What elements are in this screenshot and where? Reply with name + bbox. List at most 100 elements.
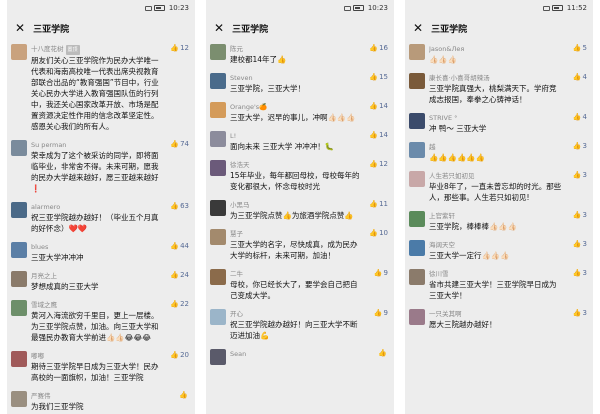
- like-button[interactable]: 👍 3: [573, 269, 587, 277]
- close-icon[interactable]: ✕: [15, 22, 25, 34]
- like-button[interactable]: 👍 9: [374, 269, 388, 277]
- comment-author[interactable]: 一只关其啊: [429, 309, 563, 319]
- signal-icon: [542, 5, 550, 11]
- comment-item: 月亮之上 梦想成真的三亚大学 👍 24: [11, 267, 191, 296]
- comment-author[interactable]: alarmero: [31, 202, 165, 212]
- comment-author[interactable]: 徐浩天: [230, 160, 364, 170]
- like-button[interactable]: 👍 63: [170, 202, 189, 210]
- like-count: 22: [180, 300, 189, 308]
- avatar[interactable]: [210, 349, 226, 365]
- comment-author[interactable]: Sean: [230, 349, 364, 359]
- like-button[interactable]: 👍 3: [573, 211, 587, 219]
- like-count: 14: [379, 102, 388, 110]
- like-button[interactable]: 👍 15: [369, 73, 388, 81]
- like-button[interactable]: 👍 11: [369, 200, 388, 208]
- avatar[interactable]: [409, 73, 425, 89]
- like-button[interactable]: 👍: [378, 349, 388, 357]
- avatar[interactable]: [11, 44, 27, 60]
- like-button[interactable]: 👍 12: [170, 44, 189, 52]
- like-button[interactable]: 👍 3: [573, 171, 587, 179]
- avatar[interactable]: [409, 309, 425, 325]
- avatar[interactable]: [409, 113, 425, 129]
- like-button[interactable]: 👍 3: [573, 309, 587, 317]
- avatar[interactable]: [210, 102, 226, 118]
- comment-author[interactable]: 嘟嘟: [31, 351, 165, 361]
- like-button[interactable]: 👍 22: [170, 300, 189, 308]
- avatar[interactable]: [409, 44, 425, 60]
- comment-author[interactable]: 月亮之上: [31, 271, 165, 281]
- like-button[interactable]: 👍 9: [374, 309, 388, 317]
- avatar[interactable]: [11, 391, 27, 407]
- comment-author[interactable]: 雪域之鹰: [31, 300, 165, 310]
- avatar[interactable]: [11, 140, 27, 156]
- like-button[interactable]: 👍 14: [369, 131, 388, 139]
- author-name: 一只关其啊: [429, 310, 462, 318]
- comment-author[interactable]: 二牛: [230, 269, 364, 279]
- avatar[interactable]: [11, 202, 27, 218]
- author-name: Orange's🍊: [230, 103, 268, 111]
- like-button[interactable]: 👍 74: [170, 140, 189, 148]
- comment-author[interactable]: 陈元: [230, 44, 364, 54]
- comment-author[interactable]: STRIVE °: [429, 113, 563, 123]
- comment-author[interactable]: 小黑马: [230, 200, 364, 210]
- comment-author[interactable]: 严赛伟: [31, 391, 165, 401]
- avatar[interactable]: [210, 200, 226, 216]
- avatar[interactable]: [11, 300, 27, 316]
- comment-author[interactable]: 海阔天空: [429, 240, 563, 250]
- comment-author[interactable]: Su perman: [31, 140, 165, 150]
- avatar[interactable]: [409, 142, 425, 158]
- like-button[interactable]: 👍 24: [170, 271, 189, 279]
- comment-author[interactable]: Orange's🍊: [230, 102, 364, 112]
- like-button[interactable]: 👍 44: [170, 242, 189, 250]
- close-icon[interactable]: ✕: [413, 22, 423, 34]
- comment-author[interactable]: 上官紫轩: [429, 211, 563, 221]
- comment-author[interactable]: 越: [429, 142, 563, 152]
- thumbs-up-icon: 👍: [170, 271, 180, 279]
- thumbs-up-icon: 👍: [572, 171, 582, 179]
- like-button[interactable]: 👍 5: [573, 44, 587, 52]
- like-button[interactable]: 👍 16: [369, 44, 388, 52]
- signal-icon: [343, 5, 351, 11]
- avatar[interactable]: [409, 269, 425, 285]
- comment-author[interactable]: 康长喜·小喜哥胡辣汤: [429, 73, 563, 83]
- avatar[interactable]: [210, 160, 226, 176]
- avatar[interactable]: [210, 229, 226, 245]
- avatar[interactable]: [11, 271, 27, 287]
- comment-text: 期待三亚学院早日成为三亚大学！民办高校的一面旗帜，加油！三亚学院: [31, 362, 159, 382]
- like-count: 3: [582, 171, 587, 179]
- thumbs-up-icon: 👍: [369, 200, 379, 208]
- like-button[interactable]: 👍 4: [573, 73, 587, 81]
- like-button[interactable]: 👍 3: [573, 142, 587, 150]
- avatar[interactable]: [210, 269, 226, 285]
- avatar[interactable]: [11, 242, 27, 258]
- like-button[interactable]: 👍 12: [369, 160, 388, 168]
- avatar[interactable]: [409, 171, 425, 187]
- avatar[interactable]: [210, 73, 226, 89]
- author-name: 陈元: [230, 45, 243, 53]
- comment-author[interactable]: 十八度花树 置顶: [31, 44, 165, 55]
- comment-author[interactable]: L!: [230, 131, 364, 141]
- like-button[interactable]: 👍 4: [573, 113, 587, 121]
- close-icon[interactable]: ✕: [214, 22, 224, 34]
- avatar[interactable]: [210, 131, 226, 147]
- comment-author[interactable]: blues: [31, 242, 165, 252]
- like-count: 4: [582, 73, 587, 81]
- comment-item: 十八度花树 置顶 朋友们关心三亚学院作为民办大学唯一代表和海南高校唯一代表出席央视教…: [11, 40, 191, 136]
- comment-author[interactable]: 开心: [230, 309, 364, 319]
- comment-author[interactable]: Jason&Лея: [429, 44, 563, 54]
- avatar[interactable]: [409, 211, 425, 227]
- comment-author[interactable]: Steven: [230, 73, 364, 83]
- like-button[interactable]: 👍 20: [170, 351, 189, 359]
- avatar[interactable]: [210, 309, 226, 325]
- comment-author[interactable]: 慧子: [230, 229, 364, 239]
- avatar[interactable]: [409, 240, 425, 256]
- like-button[interactable]: 👍 3: [573, 240, 587, 248]
- like-button[interactable]: 👍 14: [369, 102, 388, 110]
- comment-author[interactable]: 人生若只如初见: [429, 171, 563, 181]
- avatar[interactable]: [11, 351, 27, 367]
- thumbs-up-icon: 👍: [369, 102, 379, 110]
- comment-author[interactable]: 徐川雪: [429, 269, 563, 279]
- like-button[interactable]: 👍 10: [369, 229, 388, 237]
- like-button[interactable]: 👍: [179, 391, 189, 399]
- avatar[interactable]: [210, 44, 226, 60]
